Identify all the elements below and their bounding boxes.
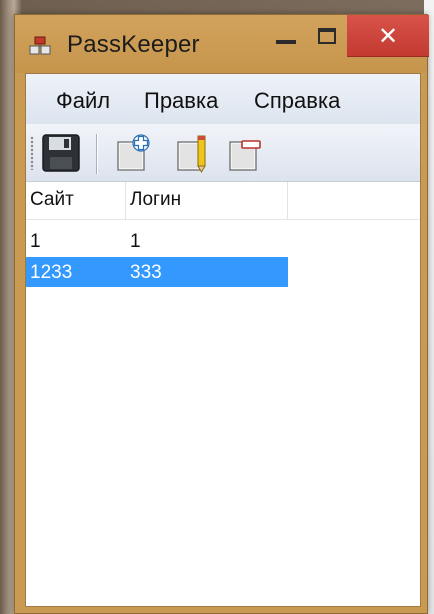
- toolbar-separator: [96, 134, 98, 174]
- passkeeper-window: PassKeeper ✕ Файл Правка Справка Сайт Ло…: [14, 14, 429, 614]
- table-header: Сайт Логин: [26, 182, 420, 220]
- save-button[interactable]: [38, 130, 84, 176]
- cell-site: 1233: [30, 262, 73, 283]
- cell-login: 1: [130, 231, 141, 252]
- add-button[interactable]: [110, 130, 156, 176]
- edit-icon: [177, 135, 206, 173]
- column-header-site[interactable]: Сайт: [26, 182, 126, 220]
- add-icon: [117, 134, 150, 171]
- minimize-button[interactable]: [265, 15, 307, 55]
- menu-file[interactable]: Файл: [56, 88, 110, 114]
- close-button[interactable]: ✕: [347, 15, 429, 57]
- toolbar-grip[interactable]: [30, 136, 34, 170]
- save-icon: [42, 134, 80, 172]
- menu-edit[interactable]: Правка: [144, 88, 218, 114]
- menu-bar: Файл Правка Справка: [26, 74, 420, 124]
- minimize-icon: [276, 40, 296, 44]
- maximize-button[interactable]: [307, 15, 347, 55]
- menu-help[interactable]: Справка: [254, 88, 340, 114]
- table-row[interactable]: 1 1: [26, 226, 288, 256]
- title-bar[interactable]: PassKeeper ✕: [15, 15, 429, 73]
- client-area: Файл Правка Справка Сайт Логин 1 1 1233 …: [25, 73, 421, 607]
- table-row-selected[interactable]: 1233 333: [26, 257, 288, 287]
- delete-button[interactable]: [222, 130, 268, 176]
- accounts-table[interactable]: Сайт Логин 1 1 1233 333: [26, 182, 420, 606]
- toolbar: [26, 124, 420, 182]
- delete-icon: [229, 140, 261, 171]
- window-title: PassKeeper: [67, 31, 200, 58]
- close-icon: ✕: [377, 21, 399, 50]
- cell-login: 333: [130, 262, 162, 283]
- column-header-login[interactable]: Логин: [126, 182, 288, 220]
- cell-site: 1: [30, 231, 41, 252]
- edit-button[interactable]: [170, 130, 216, 176]
- maximize-icon: [318, 28, 336, 44]
- app-key-icon: [29, 35, 51, 57]
